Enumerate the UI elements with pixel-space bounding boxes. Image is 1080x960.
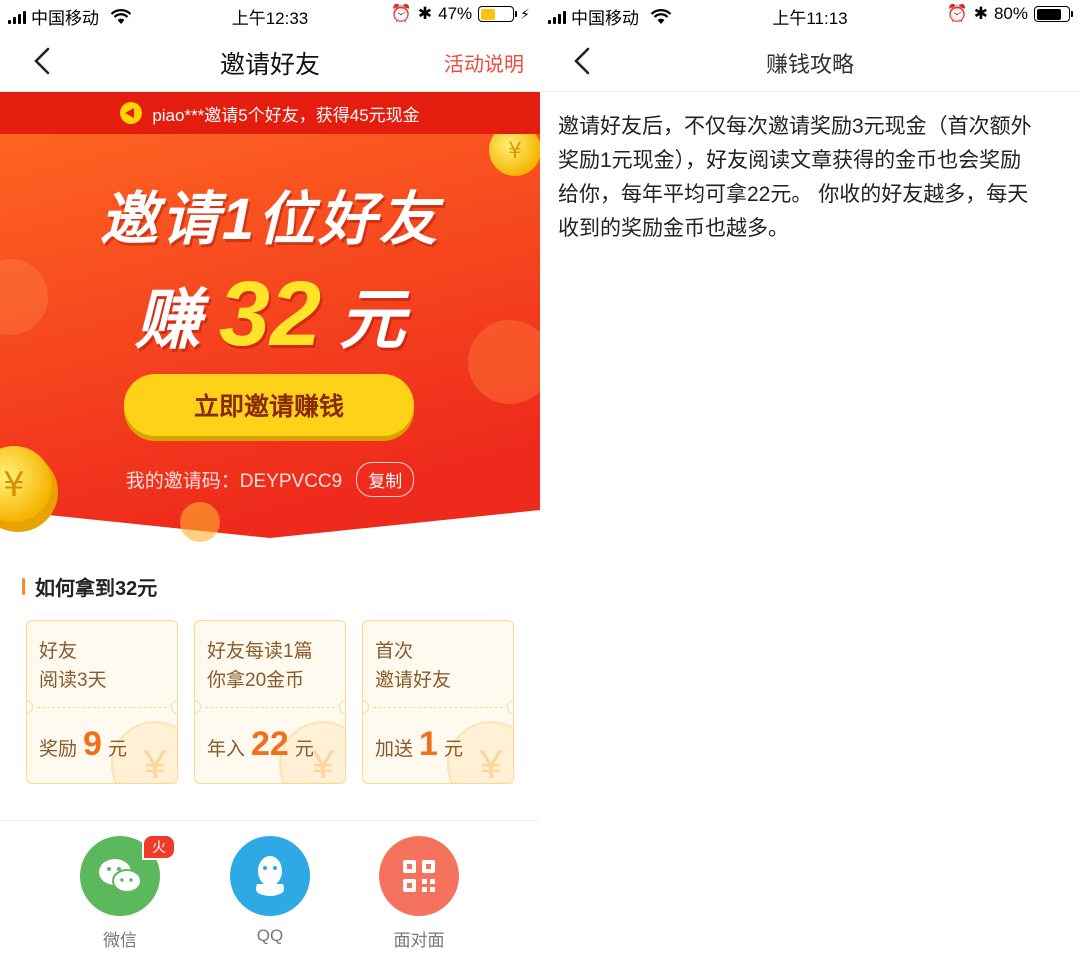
card-prefix: 加送 bbox=[375, 739, 414, 760]
hot-badge: 火 bbox=[142, 834, 176, 860]
hero-headline: 邀请1位好友 bbox=[99, 187, 441, 252]
divider bbox=[0, 820, 540, 821]
status-bar: 中国移动 上午12:33 ⏰ ✱ 47% ⚡ bbox=[0, 0, 540, 30]
card-prefix: 年入 bbox=[207, 739, 246, 760]
invite-code: 我的邀请码：DEYPVCC9 bbox=[125, 471, 343, 492]
qrcode-icon[interactable] bbox=[379, 836, 459, 916]
reward-amount: 32 bbox=[218, 263, 322, 365]
battery-percent: 80% bbox=[993, 4, 1028, 23]
nav-bar: 赚钱攻略 bbox=[540, 30, 1080, 92]
wechat-icon[interactable]: 火 bbox=[80, 834, 176, 916]
reward-cards: ¥ 好友 阅读3天 奖励 9 元 ¥ 好友每读1篇 你拿20金币 年入 22 元 ¥ 首次邀… bbox=[26, 620, 514, 784]
invite-earn-button[interactable]: 立即邀请赚钱 bbox=[124, 374, 414, 436]
alarm-icon: ⏰ bbox=[946, 4, 968, 23]
card-line2: 邀请好友 bbox=[375, 670, 452, 691]
alarm-icon: ⏰ bbox=[390, 4, 412, 23]
charging-icon: ⚡ bbox=[520, 5, 530, 22]
qq-icon[interactable] bbox=[230, 836, 310, 916]
card-line2: 阅读3天 bbox=[39, 670, 107, 691]
share-wechat-button[interactable]: 火 微信 bbox=[80, 834, 176, 951]
bluetooth-icon: ✱ bbox=[417, 4, 433, 23]
speaker-icon bbox=[120, 102, 143, 124]
battery-icon bbox=[1034, 6, 1073, 22]
section-title: 如何拿到32元 bbox=[22, 572, 157, 601]
share-qq-button[interactable]: QQ bbox=[230, 836, 310, 946]
earn-word: 赚 bbox=[134, 282, 201, 357]
battery-icon bbox=[478, 6, 518, 22]
bluetooth-icon: ✱ bbox=[973, 4, 988, 23]
card-number: 9 bbox=[83, 725, 102, 763]
page-title: 赚钱攻略 bbox=[765, 52, 854, 77]
card-line2: 你拿20金币 bbox=[207, 670, 305, 691]
invite-code-row: 我的邀请码：DEYPVCC9 复制 bbox=[0, 462, 540, 497]
copy-button[interactable]: 复制 bbox=[356, 462, 415, 497]
invite-friends-screen: 中国移动 上午12:33 ⏰ ✱ 47% ⚡ 邀请好友 活动说明 ¥ ¥ pia… bbox=[0, 0, 540, 960]
card-prefix: 奖励 bbox=[39, 739, 78, 760]
svg-text:¥: ¥ bbox=[508, 139, 522, 164]
currency-unit: 元 bbox=[339, 282, 406, 357]
reward-card: ¥ 首次 邀请好友 加送 1 元 bbox=[362, 620, 514, 784]
share-label: QQ bbox=[256, 926, 284, 945]
share-label: 微信 bbox=[103, 931, 137, 950]
card-number: 22 bbox=[251, 725, 289, 763]
ticker-text: piao***邀请5个好友，获得45元现金 bbox=[152, 105, 420, 125]
reward-card: ¥ 好友每读1篇 你拿20金币 年入 22 元 bbox=[194, 620, 346, 784]
card-unit: 元 bbox=[443, 739, 463, 760]
battery-percent: 47% bbox=[438, 4, 473, 23]
status-bar: 中国移动 上午11:13 ⏰ ✱ 80% bbox=[540, 0, 1080, 30]
nav-bar: 邀请好友 活动说明 bbox=[0, 30, 540, 92]
card-number: 1 bbox=[419, 725, 438, 763]
share-face-to-face-button[interactable]: 面对面 bbox=[379, 836, 459, 951]
section-title-text: 如何拿到32元 bbox=[35, 578, 158, 600]
invite-ticker: piao***邀请5个好友，获得45元现金 bbox=[0, 92, 540, 134]
earning-guide-screen: 中国移动 上午11:13 ⏰ ✱ 80% 赚钱攻略 邀请好友后，不仅每次邀请奖励… bbox=[540, 0, 1080, 960]
hero-amount: 赚 32 元 bbox=[0, 262, 540, 367]
guide-text: 邀请好友后，不仅每次邀请奖励3元现金（首次额外奖励1元现金），好友阅读文章获得的… bbox=[558, 115, 1032, 240]
card-line1: 好友每读1篇 bbox=[207, 641, 313, 662]
card-line1: 好友 bbox=[39, 641, 78, 662]
share-label: 面对面 bbox=[393, 931, 445, 950]
card-unit: 元 bbox=[294, 739, 314, 760]
activity-rules-link[interactable]: 活动说明 bbox=[444, 48, 524, 77]
reward-card: ¥ 好友 阅读3天 奖励 9 元 bbox=[26, 620, 178, 784]
section-accent-bar bbox=[22, 578, 25, 595]
card-unit: 元 bbox=[107, 739, 127, 760]
card-line1: 首次 bbox=[375, 641, 414, 662]
